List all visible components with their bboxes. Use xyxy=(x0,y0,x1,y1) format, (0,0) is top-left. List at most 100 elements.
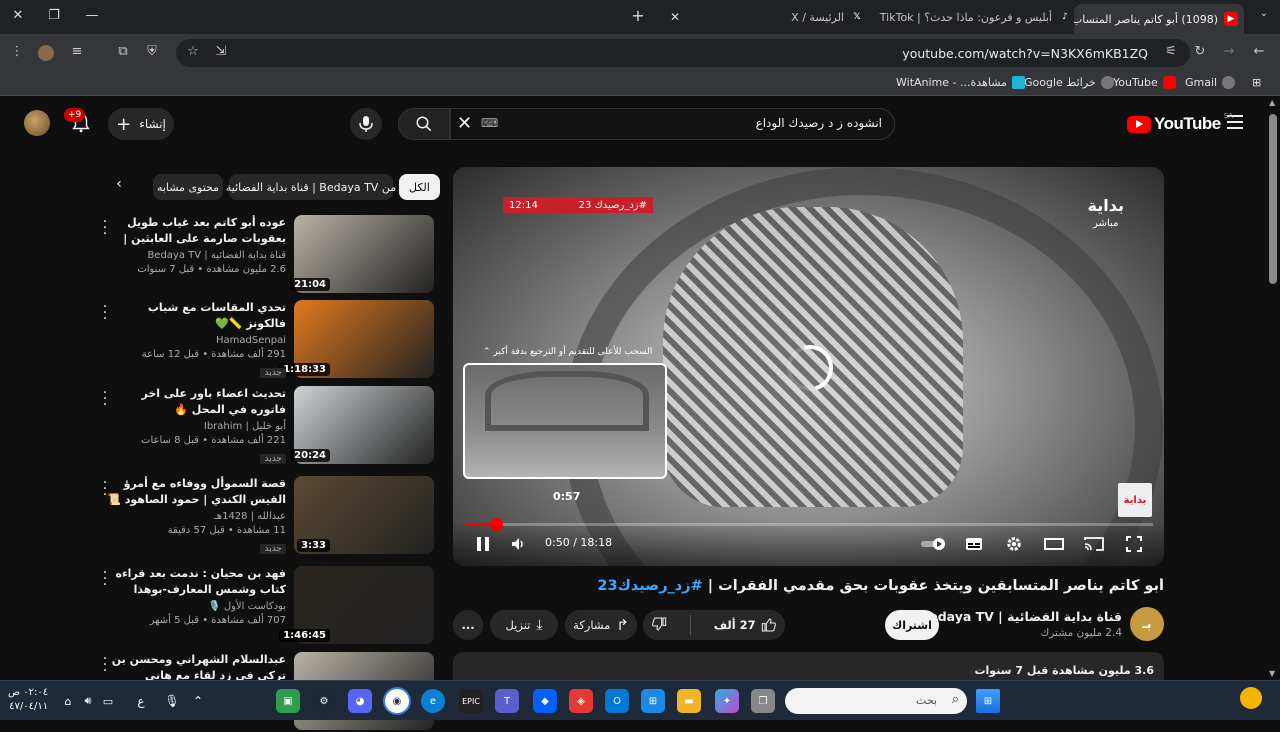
new-tab-button[interactable]: + xyxy=(628,6,648,25)
chip-all[interactable]: الكل xyxy=(399,174,440,200)
task-view-icon[interactable]: ❐ xyxy=(751,689,775,713)
teams-icon[interactable]: T xyxy=(495,689,519,713)
more-options-icon[interactable]: · · · xyxy=(100,386,110,412)
more-options-icon[interactable]: · · · xyxy=(100,476,110,502)
microphone-icon[interactable]: 🎙︎ xyxy=(164,689,180,713)
keyboard-icon[interactable]: ⌨ xyxy=(481,116,498,130)
back-icon[interactable]: ← xyxy=(1250,44,1268,59)
recommendation-item[interactable]: 21:04 عوده أبو كاتم بعد غياب طويل بعقوبات… xyxy=(96,215,434,295)
subscribe-button[interactable]: اشتراك xyxy=(885,610,939,640)
app-red-icon[interactable]: ◈ xyxy=(569,689,593,713)
copilot-icon[interactable]: ✦ xyxy=(715,689,739,713)
discord-icon[interactable]: ◕ xyxy=(348,689,372,713)
bookmark-google-maps[interactable]: خرائط Google xyxy=(1024,76,1114,89)
reload-icon[interactable]: ↻ xyxy=(1191,44,1209,59)
shield-icon[interactable]: ⛨ xyxy=(143,44,161,59)
chrome-icon[interactable]: ◉ xyxy=(385,689,409,713)
more-options-icon[interactable]: · · · xyxy=(100,215,110,241)
bookmark-star-icon[interactable]: ☆ xyxy=(184,44,202,59)
recommendation-item[interactable]: 20:24 تحديث اعضاء باور على اخر فاتوره في … xyxy=(96,386,434,466)
scroll-down-icon[interactable]: ▼ xyxy=(1269,669,1275,678)
download-button[interactable]: ⤓ تنزيل xyxy=(490,610,558,640)
fullscreen-button[interactable] xyxy=(1122,532,1146,556)
speaker-icon[interactable]: 🔊︎ xyxy=(80,689,96,713)
install-app-icon[interactable]: ⇲ xyxy=(212,44,230,59)
recommendation-item[interactable]: 3:33 قصة السموأل ووفاءه مع أمرؤ القيس الك… xyxy=(96,476,434,556)
close-window-icon[interactable]: ✕ xyxy=(8,8,28,23)
more-options-icon[interactable]: · · · xyxy=(100,566,110,592)
more-options-icon[interactable]: · · · xyxy=(100,652,110,678)
restore-window-icon[interactable]: ❐ xyxy=(44,8,64,23)
close-tab-icon[interactable]: ✕ xyxy=(666,10,684,24)
epic-games-icon[interactable]: EPIC xyxy=(459,689,483,713)
address-bar[interactable]: ☆ ⇲ youtube.com/watch?v=N3KX6mKB1ZQ ⚟ xyxy=(176,39,1190,67)
search-input[interactable]: انشوده ز د رصيدك الوداع ⌨ ✕ xyxy=(450,108,895,140)
subtitles-button[interactable] xyxy=(962,532,986,556)
minimize-window-icon[interactable]: — xyxy=(82,8,102,23)
tab-youtube[interactable]: ▶ (1098) أبو كاتم يناصر المتساب ◉ xyxy=(1074,4,1244,34)
tab-search-icon[interactable]: ⌄ xyxy=(1254,8,1274,19)
outlook-icon[interactable]: O xyxy=(605,689,629,713)
bookmark-youtube[interactable]: YouTube xyxy=(1113,76,1176,89)
network-icon[interactable]: ⌂ xyxy=(60,689,76,713)
video-player[interactable]: #زد_رصيدك 23 12:14 بداية مباشر السحب للأ… xyxy=(453,167,1164,566)
recommendation-channel[interactable]: عبدالله | 1428هـ xyxy=(106,511,286,522)
recommendation-title[interactable]: تحديث اعضاء باور على اخر فاتوره في المحل… xyxy=(106,386,287,418)
input-language[interactable]: ع xyxy=(133,689,149,713)
cast-button[interactable] xyxy=(1082,532,1106,556)
autoplay-toggle[interactable] xyxy=(919,532,949,556)
recommendation-title[interactable]: تحدي المقاسات مع شباب فالكونز 📏💚 xyxy=(106,300,286,332)
extensions-icon[interactable]: ⧉ xyxy=(114,44,132,59)
profile-avatar[interactable] xyxy=(38,45,54,61)
dislike-button[interactable] xyxy=(651,616,667,635)
more-options-icon[interactable]: · · · xyxy=(100,300,110,326)
recommendation-title[interactable]: فهد بن محيان : ندمت بعد قراءه كتاب وشمس … xyxy=(106,566,286,598)
menu-icon[interactable]: ⋮ xyxy=(8,44,26,59)
recommendation-channel[interactable]: بودكاست الأول 🎙️ xyxy=(106,601,286,612)
system-clock[interactable]: ٠٢:٠٤ ص ٤٧/٠٤/١١ xyxy=(8,686,48,714)
chevron-up-icon[interactable]: ⌃ xyxy=(190,689,206,713)
recommendation-channel[interactable]: قناة بداية الفضائية | Bedaya TV xyxy=(106,250,286,261)
page-scrollbar[interactable]: ▲ ▼ xyxy=(1266,96,1280,680)
youtube-logo[interactable]: YouTube SA xyxy=(1127,112,1233,134)
reading-list-icon[interactable]: ≡ xyxy=(68,44,86,59)
like-button[interactable]: 27 ألف xyxy=(714,617,777,633)
bookmark-witanime[interactable]: مشاهدة... - WitAnime xyxy=(896,76,1025,89)
battery-icon[interactable]: ▭ xyxy=(100,689,116,713)
clear-search-icon[interactable]: ✕ xyxy=(457,113,472,134)
file-explorer-icon[interactable]: ▬ xyxy=(677,689,701,713)
recommendation-title[interactable]: عوده أبو كاتم بعد غياب طويل بعقوبات صارم… xyxy=(106,215,286,247)
app-icon[interactable]: ▣ xyxy=(276,689,300,713)
chip-related[interactable]: محتوى مشابه xyxy=(153,174,223,200)
taskbar-search-input[interactable]: بحث ⌕ xyxy=(785,688,967,714)
voice-search-button[interactable] xyxy=(350,108,382,140)
store-icon[interactable]: ⊞ xyxy=(641,689,665,713)
recommendation-item[interactable]: 1:46:45 فهد بن محيان : ندمت بعد قراءه كتا… xyxy=(96,566,434,646)
share-button[interactable]: ↱ مشاركة xyxy=(565,610,637,640)
account-avatar[interactable] xyxy=(24,110,50,136)
chevron-left-icon[interactable]: ‹ xyxy=(108,176,130,198)
steam-icon[interactable]: ⚙ xyxy=(312,689,336,713)
recommendation-channel[interactable]: HamadSenpai xyxy=(106,335,286,346)
theater-mode-button[interactable] xyxy=(1042,532,1066,556)
tab-tiktok[interactable]: ♪ أبليس و فرعون: ماذا حدث؟ | TikTok ✕ xyxy=(876,4,1078,30)
search-button[interactable] xyxy=(398,108,450,140)
apps-icon[interactable]: ⊞ xyxy=(1252,76,1261,89)
settings-button[interactable] xyxy=(1002,532,1026,556)
site-settings-icon[interactable]: ⚟ xyxy=(1162,44,1180,59)
windows-start-icon[interactable]: ⊞ xyxy=(976,689,1000,713)
weather-icon[interactable] xyxy=(1240,687,1262,709)
tab-x[interactable]: 𝕏 الرئيسة / X ✕ xyxy=(660,4,870,30)
more-actions-button[interactable]: ... xyxy=(453,610,483,640)
recommendation-item[interactable]: 1:18:33 تحدي المقاسات مع شباب فالكونز 📏💚 H… xyxy=(96,300,434,380)
create-button[interactable]: إنشاء + xyxy=(108,108,174,140)
bookmark-gmail[interactable]: Gmail xyxy=(1185,76,1236,89)
close-tab-icon[interactable]: ✕ xyxy=(876,10,880,24)
pause-button[interactable] xyxy=(471,532,495,556)
chip-from-channel[interactable]: من Bedaya TV | قناة بداية الفضائية xyxy=(226,174,396,200)
dropbox-icon[interactable]: ◆ xyxy=(533,689,557,713)
channel-watermark[interactable]: بداية xyxy=(1118,483,1152,517)
channel-avatar[interactable]: بـ xyxy=(1130,607,1164,641)
recommendation-channel[interactable]: أبو خليل | Ibrahim xyxy=(106,421,286,432)
volume-button[interactable] xyxy=(507,532,531,556)
